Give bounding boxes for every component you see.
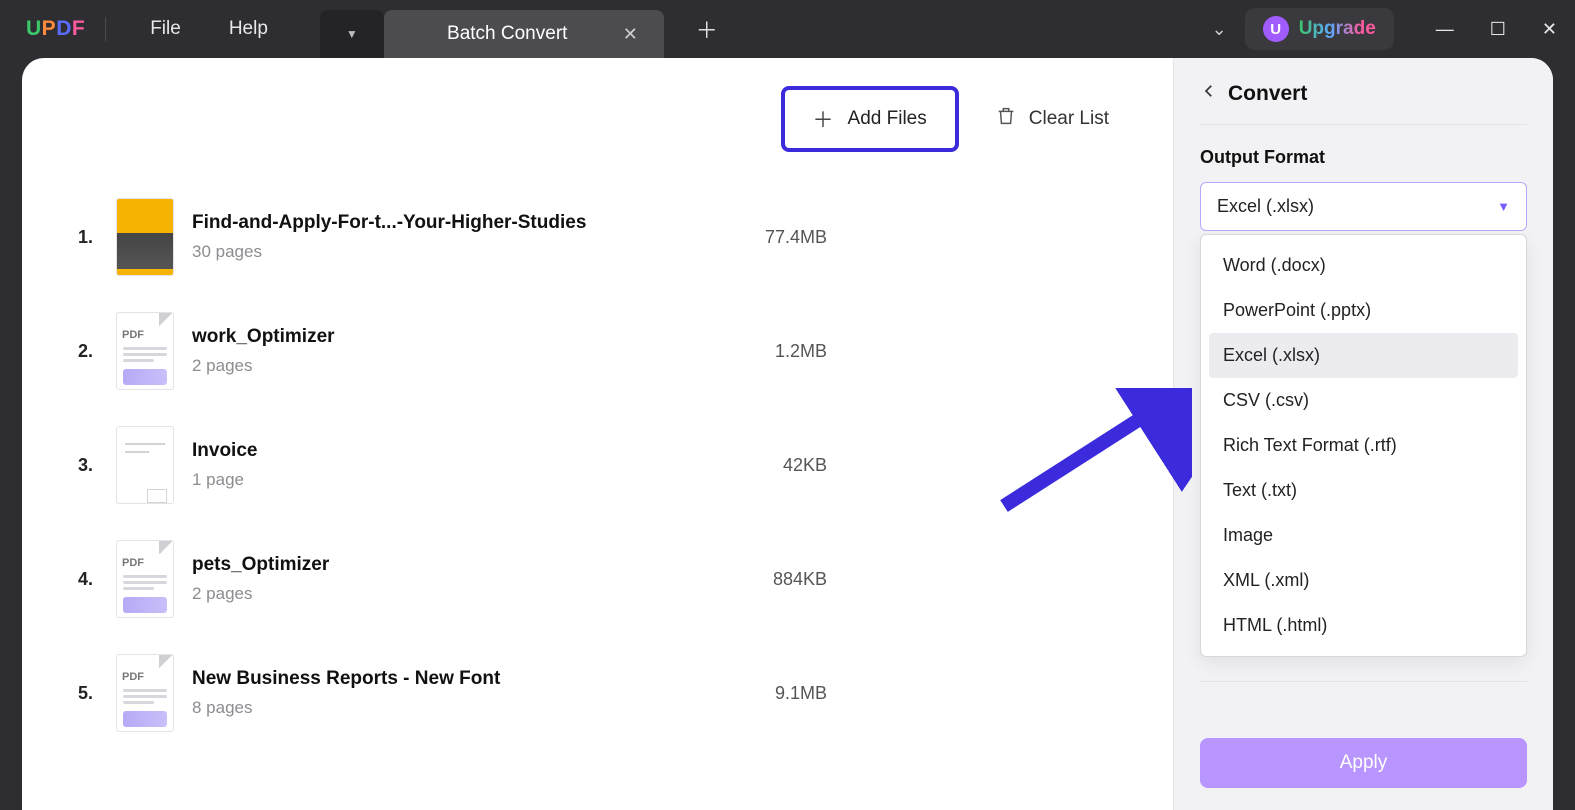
file-size: 77.4MB	[765, 227, 827, 248]
file-pages: 30 pages	[192, 242, 612, 262]
back-icon[interactable]	[1200, 82, 1218, 106]
caret-down-icon: ▼	[1497, 199, 1510, 214]
row-number: 5.	[78, 683, 116, 704]
file-pages: 1 page	[192, 470, 612, 490]
sidebar: Convert Output Format Excel (.xlsx) ▼ Wo…	[1173, 58, 1553, 810]
row-number: 3.	[78, 455, 116, 476]
file-size: 42KB	[783, 455, 827, 476]
add-files-button[interactable]: ＋ Add Files	[781, 86, 959, 152]
add-files-label: Add Files	[848, 108, 927, 130]
dropdown-item[interactable]: Excel (.xlsx)	[1209, 333, 1518, 378]
file-name: work_Optimizer	[192, 326, 612, 348]
dropdown-item[interactable]: PowerPoint (.pptx)	[1209, 288, 1518, 333]
file-size: 884KB	[773, 569, 827, 590]
tab-add-button[interactable]: ＋	[680, 3, 734, 55]
window-maximize-button[interactable]: ☐	[1472, 11, 1524, 48]
output-format-select-wrap: Excel (.xlsx) ▼ Word (.docx)PowerPoint (…	[1200, 182, 1527, 231]
sidebar-header: Convert	[1200, 82, 1527, 125]
main-panel: ＋ Add Files Clear List 1. Find-and-Apply-…	[22, 58, 1173, 810]
file-thumbnail: PDF	[116, 654, 174, 732]
sidebar-divider	[1200, 681, 1527, 682]
dropdown-item[interactable]: Text (.txt)	[1209, 468, 1518, 513]
menu-help[interactable]: Help	[205, 18, 292, 40]
file-thumbnail: PDF	[116, 540, 174, 618]
trash-icon	[995, 105, 1017, 133]
tab-batch-convert[interactable]: Batch Convert ✕	[384, 10, 664, 58]
file-name: pets_Optimizer	[192, 554, 612, 576]
dropdown-item[interactable]: CSV (.csv)	[1209, 378, 1518, 423]
file-name: Find-and-Apply-For-t...-Your-Higher-Stud…	[192, 212, 612, 234]
tab-dropdown[interactable]: ▼	[320, 10, 384, 58]
plus-icon: ＋	[813, 104, 834, 134]
workspace: ＋ Add Files Clear List 1. Find-and-Apply-…	[22, 58, 1553, 810]
file-meta: Invoice 1 page	[192, 440, 612, 490]
output-format-select[interactable]: Excel (.xlsx) ▼	[1200, 182, 1527, 231]
file-name: Invoice	[192, 440, 612, 462]
file-pages: 2 pages	[192, 584, 612, 604]
file-meta: pets_Optimizer 2 pages	[192, 554, 612, 604]
apply-button[interactable]: Apply	[1200, 738, 1527, 788]
sidebar-title: Convert	[1228, 82, 1307, 106]
dropdown-item[interactable]: Image	[1209, 513, 1518, 558]
file-size: 9.1MB	[775, 683, 827, 704]
divider	[105, 17, 106, 41]
clear-list-button[interactable]: Clear List	[995, 105, 1109, 133]
file-list: 1. Find-and-Apply-For-t...-Your-Higher-St…	[78, 180, 1117, 750]
close-icon[interactable]: ✕	[623, 24, 638, 45]
table-row[interactable]: 3. Invoice 1 page 42KB	[78, 408, 1117, 522]
file-pages: 8 pages	[192, 698, 612, 718]
clear-list-label: Clear List	[1029, 108, 1109, 130]
tab-label: Batch Convert	[410, 23, 605, 45]
selected-value: Excel (.xlsx)	[1217, 196, 1314, 217]
dropdown-item[interactable]: Word (.docx)	[1209, 243, 1518, 288]
titlebar: UPDF File Help ▼ Batch Convert ✕ ＋ ⌄ U U…	[0, 0, 1575, 58]
row-number: 1.	[78, 227, 116, 248]
file-meta: Find-and-Apply-For-t...-Your-Higher-Stud…	[192, 212, 612, 262]
table-row[interactable]: 1. Find-and-Apply-For-t...-Your-Higher-St…	[78, 180, 1117, 294]
table-row[interactable]: 5.PDF New Business Reports - New Font 8 pa…	[78, 636, 1117, 750]
table-row[interactable]: 2.PDF work_Optimizer 2 pages 1.2MB	[78, 294, 1117, 408]
action-bar: ＋ Add Files Clear List	[78, 86, 1117, 152]
window-close-button[interactable]: ✕	[1524, 11, 1575, 48]
chevron-down-icon[interactable]: ⌄	[1194, 9, 1245, 50]
row-number: 4.	[78, 569, 116, 590]
table-row[interactable]: 4.PDF pets_Optimizer 2 pages 884KB	[78, 522, 1117, 636]
output-format-dropdown: Word (.docx)PowerPoint (.pptx)Excel (.xl…	[1200, 234, 1527, 657]
caret-down-icon: ▼	[346, 27, 358, 41]
upgrade-button[interactable]: U Upgrade	[1245, 8, 1394, 50]
row-number: 2.	[78, 341, 116, 362]
dropdown-item[interactable]: HTML (.html)	[1209, 603, 1518, 648]
dropdown-item[interactable]: Rich Text Format (.rtf)	[1209, 423, 1518, 468]
file-thumbnail	[116, 198, 174, 276]
titlebar-right: ⌄ U Upgrade ― ☐ ✕	[1194, 8, 1575, 50]
file-pages: 2 pages	[192, 356, 612, 376]
app-logo: UPDF	[26, 17, 85, 41]
file-thumbnail: PDF	[116, 312, 174, 390]
file-size: 1.2MB	[775, 341, 827, 362]
tabbar: ▼ Batch Convert ✕ ＋	[320, 0, 734, 58]
dropdown-item[interactable]: XML (.xml)	[1209, 558, 1518, 603]
upgrade-label: Upgrade	[1299, 18, 1376, 40]
file-name: New Business Reports - New Font	[192, 668, 612, 690]
window-minimize-button[interactable]: ―	[1418, 11, 1472, 48]
file-thumbnail	[116, 426, 174, 504]
file-meta: New Business Reports - New Font 8 pages	[192, 668, 612, 718]
file-meta: work_Optimizer 2 pages	[192, 326, 612, 376]
upgrade-badge-icon: U	[1263, 16, 1289, 42]
menu-file[interactable]: File	[126, 18, 205, 40]
output-format-label: Output Format	[1200, 147, 1527, 168]
